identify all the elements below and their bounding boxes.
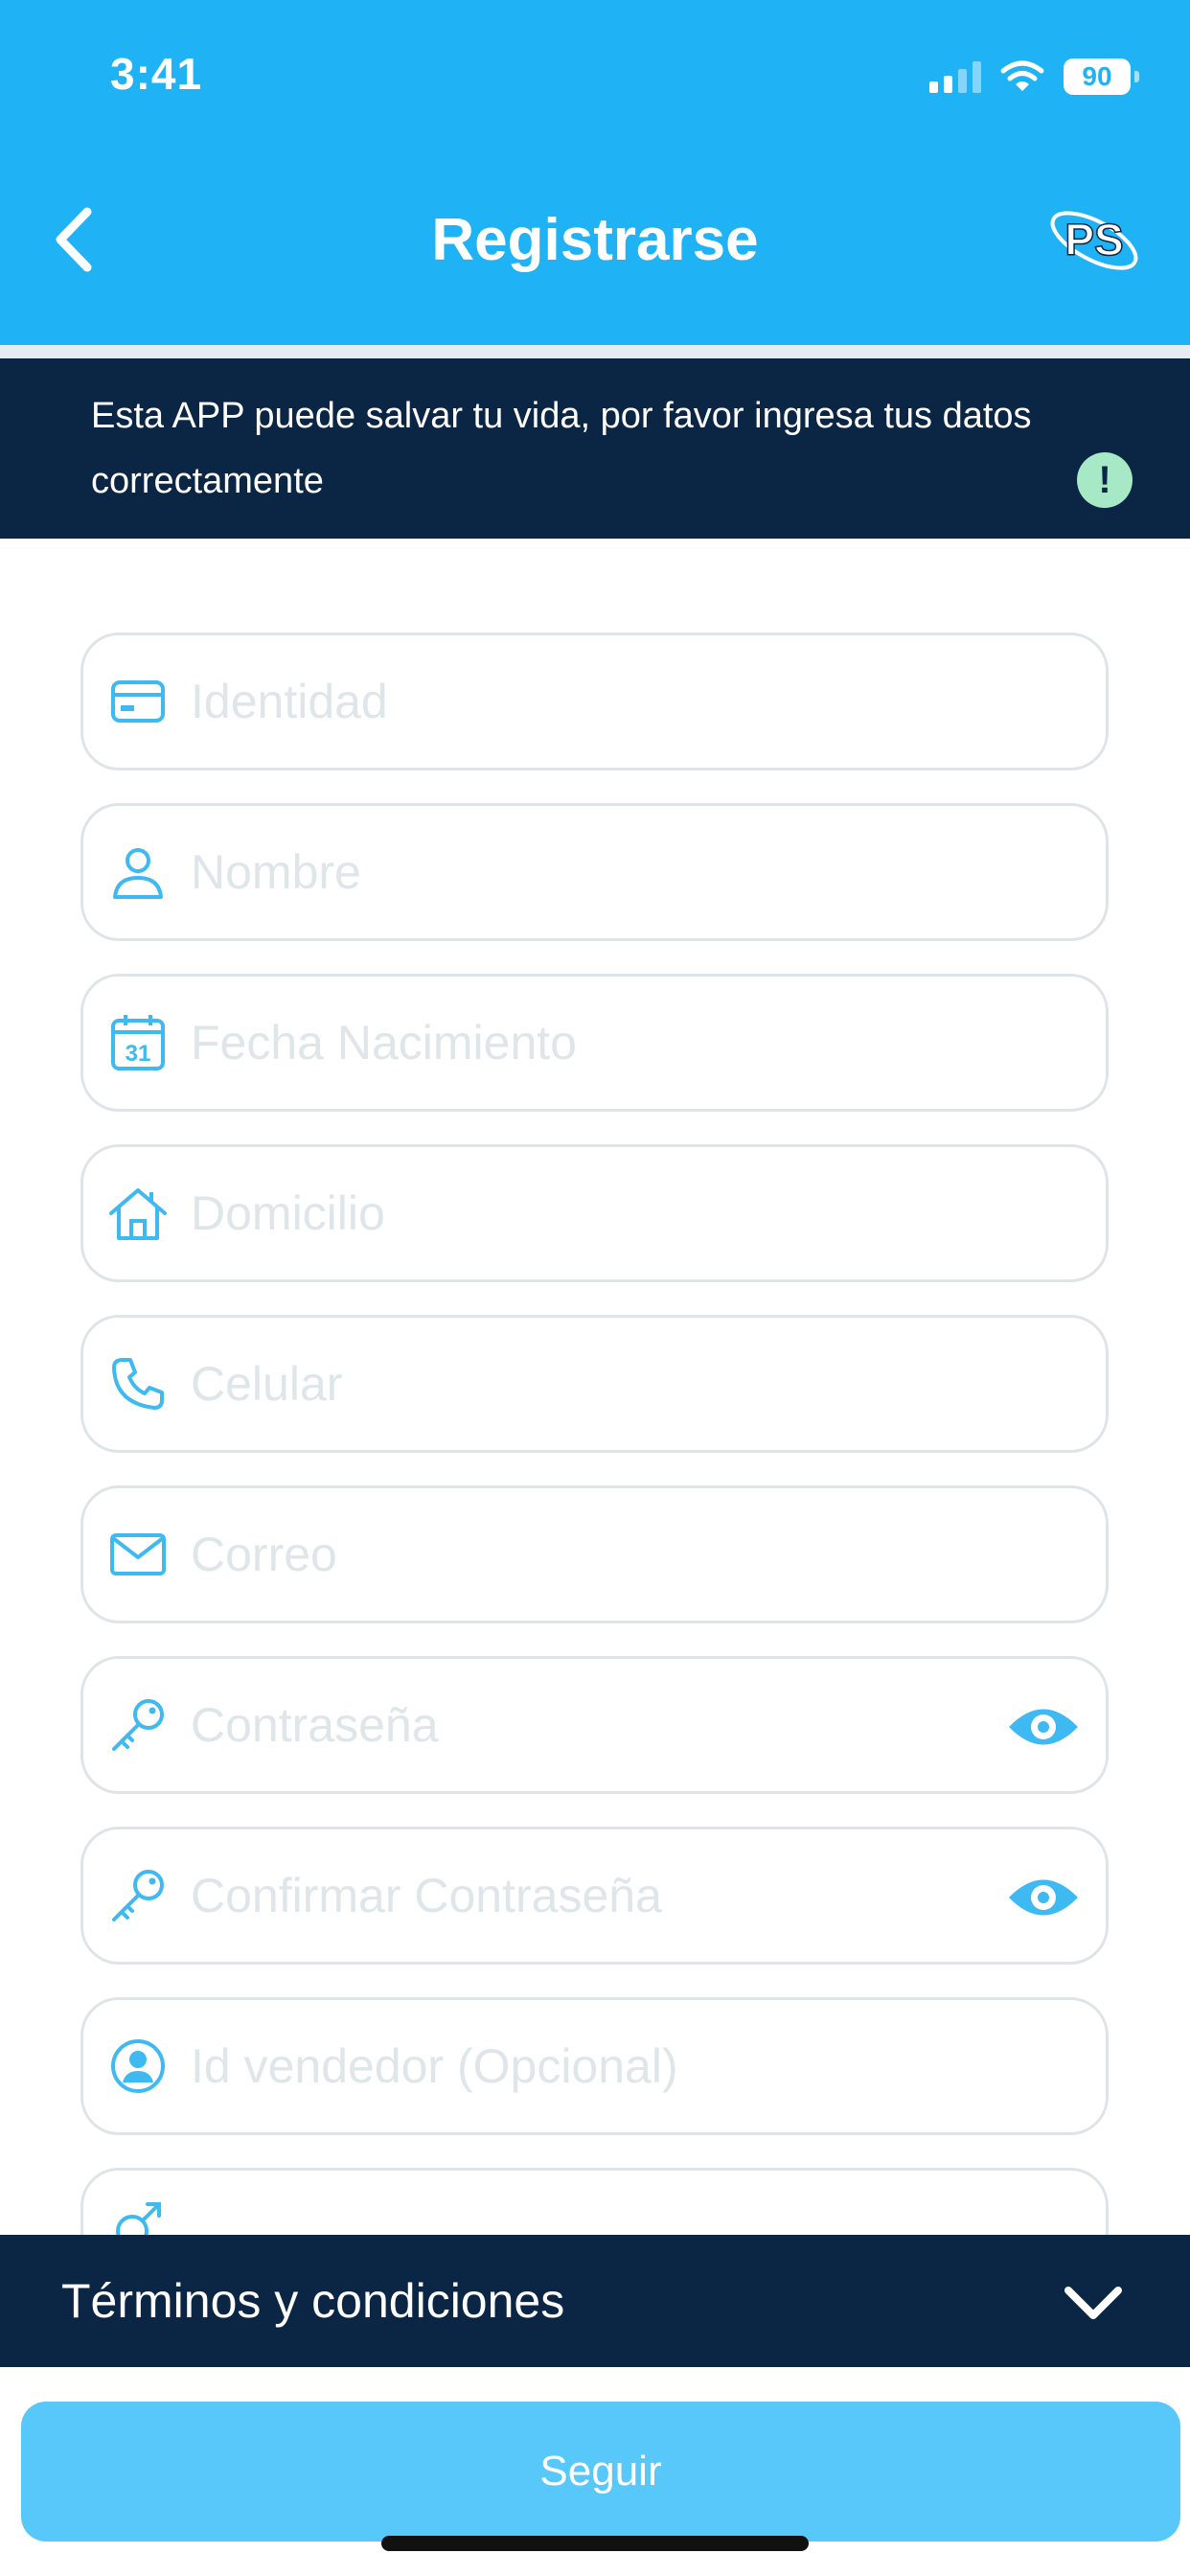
user-circle-icon	[104, 2033, 172, 2100]
address-placeholder: Domicilio	[191, 1186, 385, 1240]
exclamation-icon: !	[1077, 452, 1133, 508]
phone-placeholder: Celular	[191, 1357, 343, 1411]
name-placeholder: Nombre	[191, 845, 361, 899]
identity-placeholder: Identidad	[191, 675, 388, 728]
key-icon	[104, 1862, 172, 1929]
phone-field[interactable]: Celular	[80, 1315, 1109, 1453]
battery-level: 90	[1082, 61, 1112, 91]
user-icon	[104, 839, 172, 906]
password-field[interactable]: Contraseña	[80, 1656, 1109, 1794]
email-field[interactable]: Correo	[80, 1485, 1109, 1623]
status-indicators: 90	[929, 53, 1139, 101]
name-field[interactable]: Nombre	[80, 803, 1109, 941]
calendar-day: 31	[126, 1041, 151, 1067]
id-card-icon	[104, 668, 172, 735]
eye-icon[interactable]	[1006, 1866, 1081, 1929]
page-title: Registrarse	[431, 207, 759, 273]
terms-label: Términos y condiciones	[61, 2274, 565, 2328]
info-banner: Esta APP puede salvar tu vida, por favor…	[0, 358, 1190, 539]
banner-text: Esta APP puede salvar tu vida, por favor…	[91, 396, 1032, 501]
battery-icon: 90	[1064, 58, 1139, 95]
birthdate-placeholder: Fecha Nacimiento	[191, 1016, 577, 1070]
seller-id-field[interactable]: Id vendedor (Opcional)	[80, 1997, 1109, 2135]
password-placeholder: Contraseña	[191, 1698, 439, 1752]
calendar-icon: 31	[104, 1009, 172, 1076]
eye-icon[interactable]	[1006, 1695, 1081, 1759]
logo-text: PS	[1064, 215, 1123, 264]
key-icon	[104, 1691, 172, 1759]
terms-dropdown[interactable]: Términos y condiciones	[0, 2235, 1190, 2367]
confirm-password-placeholder: Confirmar Contraseña	[191, 1869, 662, 1922]
banner-icon-glyph: !	[1098, 458, 1111, 501]
address-field[interactable]: Domicilio	[80, 1144, 1109, 1282]
chevron-down-icon	[1064, 2287, 1122, 2319]
registration-form: Identidad Nombre 31 Fecha Nacimiento Dom…	[0, 539, 1190, 2321]
top-bar: 3:41 90 Registrarse PS	[0, 0, 1190, 345]
header-divider	[0, 345, 1190, 358]
continue-button[interactable]: Seguir	[21, 2402, 1180, 2542]
home-indicator	[381, 2536, 809, 2551]
signal-icon	[929, 60, 981, 93]
email-placeholder: Correo	[191, 1528, 337, 1581]
registration-screen: 3:41 90 Registrarse PS Esta APP puede sa…	[0, 0, 1190, 2576]
phone-icon	[104, 1350, 172, 1417]
wifi-icon	[1000, 60, 1044, 91]
ps-logo-icon: PS	[1050, 211, 1138, 270]
birthdate-field[interactable]: 31 Fecha Nacimiento	[80, 974, 1109, 1112]
status-time: 3:41	[110, 49, 203, 99]
home-icon	[104, 1180, 172, 1247]
identity-field[interactable]: Identidad	[80, 632, 1109, 770]
confirm-password-field[interactable]: Confirmar Contraseña	[80, 1827, 1109, 1965]
mail-icon	[104, 1521, 172, 1588]
seller-id-placeholder: Id vendedor (Opcional)	[191, 2039, 678, 2093]
